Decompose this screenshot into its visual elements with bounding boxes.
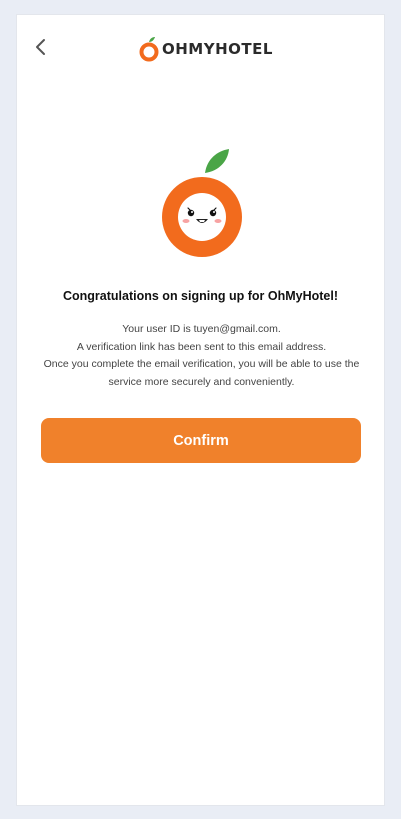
ohmyhotel-logo: OHMYHOTEL [139, 35, 273, 63]
orange-mascot-icon [162, 149, 242, 257]
verification-message: Your user ID is tuyen@gmail.com. A verif… [37, 321, 366, 391]
message-line: Once you complete the email verification… [43, 358, 360, 370]
message-line: service more securely and conveniently. [108, 375, 295, 388]
message-line: A verification link has been sent to thi… [76, 340, 327, 353]
logo-orange-icon [139, 37, 159, 62]
signup-complete-screen: OHMYHOTEL Congratulations on signing up … [16, 14, 385, 806]
chevron-left-icon [36, 39, 45, 55]
message-line: Your user ID is tuyen@gmail.com. [122, 323, 281, 335]
confirm-button[interactable]: Confirm [41, 418, 361, 463]
logo-text: OHMYHOTEL [162, 40, 273, 58]
header: OHMYHOTEL [17, 15, 384, 79]
back-button[interactable] [27, 33, 55, 61]
signup-success-title: Congratulations on signing up for OhMyHo… [63, 289, 338, 303]
